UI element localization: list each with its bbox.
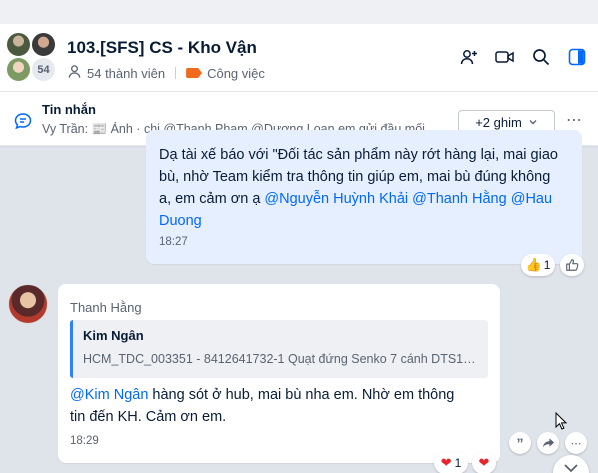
scroll-to-bottom-button[interactable]: [553, 455, 589, 473]
heart-icon: ❤: [440, 455, 452, 470]
like-outline-icon: [566, 259, 579, 271]
forward-icon[interactable]: [537, 432, 559, 454]
reaction-count: 1: [454, 456, 462, 470]
thumbs-up-icon: 👍: [525, 257, 542, 272]
tag-label[interactable]: Công việc: [207, 66, 265, 81]
reaction-count: 1: [543, 258, 551, 272]
video-call-icon[interactable]: [494, 46, 516, 68]
quoted-message[interactable]: Kim Ngân HCM_TDC_003351 - 8412641732-1 Q…: [70, 320, 488, 378]
message-line: a, em cảm ơn ạ @Nguyễn Huỳnh Khải @Thanh…: [159, 188, 569, 210]
more-options-icon[interactable]: ⋯: [566, 110, 583, 130]
message-line: Duong: [159, 210, 569, 232]
message-time: 18:29: [70, 435, 99, 447]
group-avatar[interactable]: 54: [6, 32, 58, 84]
quoted-text: HCM_TDC_003351 - 8412641732-1 Quạt đứng …: [83, 352, 478, 366]
search-icon[interactable]: [530, 46, 552, 68]
group-meta: 54 thành viên Công việc: [67, 64, 265, 82]
message-text: a, em cảm ơn ạ: [159, 191, 265, 207]
mention-link[interactable]: @Hau: [511, 191, 552, 207]
toggle-panel-icon[interactable]: [566, 46, 588, 68]
quoted-sender: Kim Ngân: [83, 328, 144, 343]
pinned-title: Tin nhắn: [42, 102, 96, 117]
message-line: @Kim Ngân hàng sót ở hub, mai bù nha em.…: [70, 384, 485, 406]
tag-icon: [186, 68, 203, 78]
quote-reply-icon[interactable]: ”: [509, 432, 531, 454]
reaction-summary[interactable]: 👍 1: [521, 254, 555, 276]
members-link[interactable]: 54 thành viên: [87, 66, 165, 81]
person-icon: [67, 64, 82, 82]
add-reaction-button[interactable]: ❤: [472, 452, 496, 473]
mention-link[interactable]: Duong: [159, 213, 202, 229]
message-line: tin đến KH. Cảm ơn em.: [70, 409, 227, 425]
chevron-down-icon: [528, 115, 538, 130]
member-avatar: [6, 57, 31, 82]
message-time: 18:27: [159, 236, 188, 248]
chevron-down-icon: [564, 464, 578, 473]
top-strip: [0, 0, 598, 24]
message-more-icon[interactable]: ⋯: [565, 432, 587, 454]
more-pins-label: +2 ghim: [475, 114, 522, 130]
incoming-message[interactable]: Thanh Hằng Kim Ngân HCM_TDC_003351 - 841…: [58, 284, 500, 463]
meta-divider: [175, 67, 177, 79]
add-reaction-button[interactable]: [560, 254, 584, 276]
mention-link[interactable]: @Nguyễn Huỳnh Khải: [264, 191, 408, 207]
outgoing-message[interactable]: Dạ tài xế báo với "Đối tác sản phẩm này …: [146, 130, 582, 264]
mention-link[interactable]: @Thanh Hằng: [412, 191, 507, 207]
message-text: hàng sót ở hub, mai bù nha em. Nhờ em th…: [148, 387, 455, 403]
mouse-cursor-icon: [555, 411, 568, 435]
message-body: Dạ tài xế báo với "Đối tác sản phẩm này …: [159, 144, 569, 232]
message-line: Dạ tài xế báo với "Đối tác sản phẩm này …: [159, 147, 558, 163]
member-avatar: [31, 32, 56, 57]
message-bubble-icon: [13, 111, 33, 136]
member-avatar: [6, 32, 31, 57]
mention-link[interactable]: @Kim Ngân: [70, 387, 148, 403]
chat-header: 54 103.[SFS] CS - Kho Vận 54 thành viên …: [0, 24, 598, 92]
reaction-summary[interactable]: ❤ 1: [434, 452, 468, 473]
heart-icon: ❤: [478, 455, 490, 470]
message-line: bù, nhờ Team kiểm tra thông tin giúp em,…: [159, 169, 551, 185]
member-count-badge: 54: [31, 57, 56, 82]
sender-avatar[interactable]: [8, 284, 48, 324]
message-body: @Kim Ngân hàng sót ở hub, mai bù nha em.…: [70, 384, 485, 428]
sender-name[interactable]: Thanh Hằng: [70, 300, 142, 315]
header-actions: [458, 46, 588, 68]
group-title[interactable]: 103.[SFS] CS - Kho Vận: [67, 38, 257, 58]
add-member-icon[interactable]: [458, 46, 480, 68]
